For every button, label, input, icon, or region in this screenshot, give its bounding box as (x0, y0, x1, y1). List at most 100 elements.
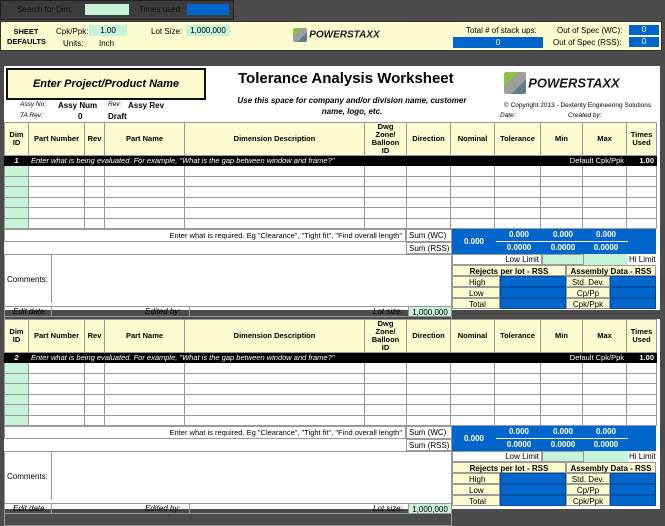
table-cell[interactable] (450, 196, 495, 208)
requirement-text[interactable]: Enter what is required. Eg "Clearance", … (4, 229, 406, 242)
table-cell[interactable] (494, 207, 541, 219)
table-cell[interactable] (450, 393, 495, 405)
table-cell[interactable] (494, 383, 541, 395)
hi-limit-input[interactable] (584, 451, 628, 462)
table-cell[interactable] (406, 362, 451, 374)
table-cell[interactable] (540, 414, 583, 426)
table-cell[interactable] (582, 196, 627, 208)
table-cell[interactable] (494, 414, 541, 426)
default-cpk-value[interactable]: 1.00 (626, 352, 657, 363)
table-cell[interactable] (4, 186, 29, 198)
table-cell[interactable] (364, 404, 407, 416)
table-cell[interactable] (364, 372, 407, 384)
table-cell[interactable] (626, 186, 657, 198)
table-cell[interactable] (406, 186, 451, 198)
table-cell[interactable] (450, 175, 495, 187)
table-cell[interactable] (104, 362, 185, 374)
low-limit-input[interactable] (542, 451, 584, 462)
table-cell[interactable] (450, 404, 495, 416)
table-cell[interactable] (450, 186, 495, 198)
table-cell[interactable] (4, 207, 29, 219)
table-cell[interactable] (184, 175, 365, 187)
table-cell[interactable] (28, 362, 85, 374)
table-row[interactable] (4, 207, 657, 219)
low-limit-input[interactable] (542, 254, 584, 265)
table-cell[interactable] (406, 207, 451, 219)
table-row[interactable] (4, 404, 657, 416)
table-cell[interactable] (626, 383, 657, 395)
table-cell[interactable] (626, 404, 657, 416)
table-cell[interactable] (184, 217, 365, 229)
table-cell[interactable] (406, 175, 451, 187)
table-cell[interactable] (540, 372, 583, 384)
table-cell[interactable] (626, 362, 657, 374)
table-cell[interactable] (184, 383, 365, 395)
table-cell[interactable] (364, 393, 407, 405)
table-cell[interactable] (104, 196, 185, 208)
table-cell[interactable] (84, 414, 105, 426)
table-cell[interactable] (450, 414, 495, 426)
table-cell[interactable] (582, 414, 627, 426)
table-cell[interactable] (4, 414, 29, 426)
table-cell[interactable] (4, 165, 29, 177)
table-cell[interactable] (84, 362, 105, 374)
table-row[interactable] (4, 372, 657, 384)
table-cell[interactable] (184, 372, 365, 384)
table-cell[interactable] (28, 383, 85, 395)
table-cell[interactable] (494, 196, 541, 208)
search-input[interactable] (85, 4, 129, 15)
table-cell[interactable] (450, 165, 495, 177)
project-name-box[interactable]: Enter Project/Product Name (6, 68, 206, 100)
table-cell[interactable] (582, 186, 627, 198)
table-cell[interactable] (84, 207, 105, 219)
table-cell[interactable] (406, 414, 451, 426)
table-row[interactable] (4, 393, 657, 405)
table-cell[interactable] (4, 217, 29, 229)
table-cell[interactable] (540, 186, 583, 198)
lot-size-input[interactable]: 1,000,000 (186, 25, 230, 36)
evaluation-prompt[interactable]: Enter what is being evaluated. For examp… (28, 155, 541, 166)
table-cell[interactable] (104, 393, 185, 405)
table-cell[interactable] (28, 404, 85, 416)
table-cell[interactable] (540, 383, 583, 395)
table-row[interactable] (4, 362, 657, 374)
draft-status[interactable]: Draft (108, 112, 127, 121)
table-cell[interactable] (582, 217, 627, 229)
table-cell[interactable] (104, 414, 185, 426)
comments-box[interactable]: Comments: (4, 451, 452, 526)
company-subtitle[interactable]: Use this space for company and/or divisi… (228, 95, 476, 117)
table-cell[interactable] (84, 383, 105, 395)
table-cell[interactable] (184, 393, 365, 405)
table-cell[interactable] (364, 196, 407, 208)
table-cell[interactable] (4, 196, 29, 208)
table-cell[interactable] (184, 362, 365, 374)
table-cell[interactable] (28, 186, 85, 198)
table-cell[interactable] (364, 175, 407, 187)
table-row[interactable] (4, 414, 657, 426)
table-cell[interactable] (582, 207, 627, 219)
table-cell[interactable] (28, 196, 85, 208)
table-cell[interactable] (184, 186, 365, 198)
table-cell[interactable] (494, 186, 541, 198)
table-cell[interactable] (28, 393, 85, 405)
table-cell[interactable] (540, 362, 583, 374)
table-cell[interactable] (84, 175, 105, 187)
assy-rev[interactable]: Assy Rev (128, 101, 164, 110)
table-row[interactable] (4, 186, 657, 198)
table-cell[interactable] (540, 217, 583, 229)
table-cell[interactable] (540, 393, 583, 405)
project-name[interactable]: Enter Project/Product Name (8, 70, 204, 98)
table-cell[interactable] (406, 404, 451, 416)
table-cell[interactable] (104, 186, 185, 198)
table-cell[interactable] (540, 404, 583, 416)
table-cell[interactable] (104, 175, 185, 187)
cpk-input[interactable]: 1.00 (89, 25, 127, 36)
table-cell[interactable] (4, 372, 29, 384)
table-cell[interactable] (450, 362, 495, 374)
table-cell[interactable] (364, 414, 407, 426)
table-cell[interactable] (406, 165, 451, 177)
table-cell[interactable] (582, 393, 627, 405)
table-cell[interactable] (626, 207, 657, 219)
table-cell[interactable] (364, 362, 407, 374)
table-cell[interactable] (450, 383, 495, 395)
